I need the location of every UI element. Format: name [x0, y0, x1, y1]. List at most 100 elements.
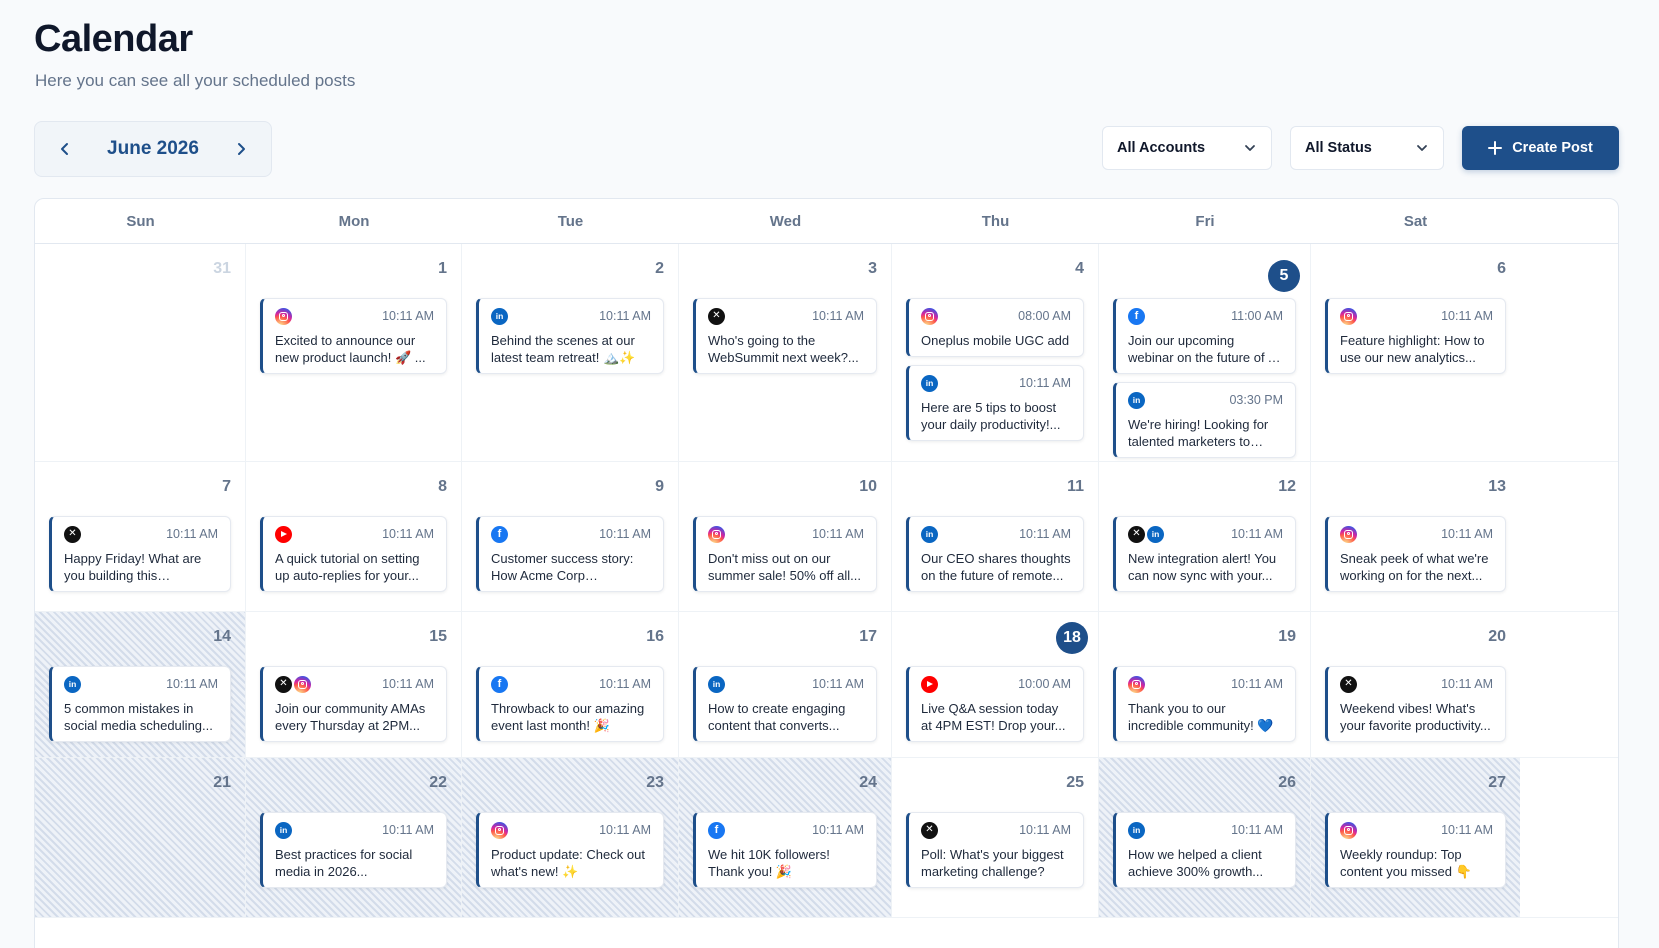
accounts-filter-select[interactable]: All Accounts	[1102, 126, 1272, 170]
calendar-day-cell[interactable]: 25 ✕ 10:11 AM Poll: What's your biggest mar…	[892, 758, 1099, 917]
calendar-day-cell[interactable]: 11 in 10:11 AM Our CEO shares thoughts on t…	[892, 462, 1099, 611]
post-list: 10:11 AM Feature highlight: How to use ou…	[1325, 298, 1506, 374]
facebook-icon: f	[491, 675, 508, 693]
scheduled-post-card[interactable]: 10:11 AM Excited to announce our new prod…	[260, 298, 447, 374]
scheduled-post-card[interactable]: 10:00 AM Live Q&A session today at 4PM ES…	[906, 666, 1084, 742]
calendar-day-cell[interactable]: 14 in 10:11 AM 5 common mistakes in social …	[35, 612, 246, 757]
scheduled-post-card[interactable]: ✕ 10:11 AM Join our community AMAs every T…	[260, 666, 447, 742]
calendar-day-cell[interactable]: 27 10:11 AM Weekly roundup: Top content yo…	[1311, 758, 1520, 917]
day-number: 31	[213, 260, 231, 277]
scheduled-post-card[interactable]: ✕ 10:11 AM Happy Friday! What are you buil…	[49, 516, 231, 592]
scheduled-post-card[interactable]: f 10:11 AM Throwback to our amazing event …	[476, 666, 664, 742]
scheduled-post-card[interactable]: in 10:11 AM Our CEO shares thoughts on the…	[906, 516, 1084, 592]
scheduled-post-card[interactable]: 10:11 AM Sneak peek of what we're working…	[1325, 516, 1506, 592]
post-text: Oneplus mobile UGC add	[921, 333, 1070, 348]
post-time: 10:11 AM	[1231, 527, 1283, 541]
scheduled-post-card[interactable]: ✕ 10:11 AM Weekend vibes! What's your favo…	[1325, 666, 1506, 742]
calendar-day-cell[interactable]: 7 ✕ 10:11 AM Happy Friday! What are you bui…	[35, 462, 246, 611]
post-list: in 10:11 AM Best practices for social medi…	[260, 812, 447, 888]
post-list: 10:11 AM Don't miss out on our summer sal…	[693, 516, 877, 592]
scheduled-post-card[interactable]: in 10:11 AM How to create engaging content…	[693, 666, 877, 742]
next-month-button[interactable]	[227, 135, 255, 163]
post-text: Sneak peek of what we're working on for …	[1340, 551, 1489, 583]
calendar-day-cell[interactable]: 15 ✕ 10:11 AM Join our community AMAs every…	[246, 612, 462, 757]
scheduled-post-card[interactable]: ✕ 10:11 AM Who's going to the WebSummit ne…	[693, 298, 877, 374]
scheduled-post-card[interactable]: in 10:11 AM Behind the scenes at our lates…	[476, 298, 664, 374]
post-time: 10:11 AM	[1231, 823, 1283, 837]
weekday-label: Tue	[557, 212, 584, 230]
post-platform-icons	[708, 525, 725, 543]
x-icon: ✕	[921, 821, 938, 839]
calendar-day-cell[interactable]: 4 08:00 AM Oneplus mobile UGC add in 10:11 A…	[892, 244, 1099, 461]
post-time: 10:11 AM	[599, 527, 651, 541]
day-number: 7	[222, 478, 231, 495]
calendar-day-cell[interactable]: 16 f 10:11 AM Throwback to our amazing even…	[462, 612, 679, 757]
scheduled-post-card[interactable]: ✕ 10:11 AM Poll: What's your biggest marke…	[906, 812, 1084, 888]
facebook-icon: f	[491, 525, 508, 543]
calendar-day-cell[interactable]: 23 10:11 AM Product update: Check out what…	[462, 758, 679, 917]
scheduled-post-card[interactable]: 10:11 AM Feature highlight: How to use ou…	[1325, 298, 1506, 374]
scheduled-post-card[interactable]: 10:11 AM Product update: Check out what's…	[476, 812, 664, 888]
post-time: 10:11 AM	[382, 527, 434, 541]
instagram-icon	[921, 307, 938, 325]
post-platform-icons	[1128, 675, 1145, 693]
calendar-day-cell[interactable]: 17 in 10:11 AM How to create engaging conte…	[679, 612, 892, 757]
scheduled-post-card[interactable]: 10:11 AM Thank you to our incredible comm…	[1113, 666, 1296, 742]
calendar-day-cell[interactable]: 13 10:11 AM Sneak peek of what we're worki…	[1311, 462, 1520, 611]
post-text: Weekly roundup: Top content you missed 👇	[1340, 847, 1472, 879]
calendar-grid: Sun Mon Tue Wed Thu Fri Sat 31 1 10:11 AM Excited…	[34, 198, 1619, 948]
scheduled-post-card[interactable]: 08:00 AM Oneplus mobile UGC add	[906, 298, 1084, 357]
scheduled-post-card[interactable]: in 03:30 PM We're hiring! Looking for tale…	[1113, 382, 1296, 458]
status-filter-select[interactable]: All Status	[1290, 126, 1444, 170]
calendar-day-cell[interactable]: 1 10:11 AM Excited to announce our new pro…	[246, 244, 462, 461]
scheduled-post-card[interactable]: f 11:00 AM Join our upcoming webinar on th…	[1113, 298, 1296, 374]
calendar-day-cell[interactable]: 18 10:00 AM Live Q&A session today at 4PM …	[892, 612, 1099, 757]
post-platform-icons	[275, 307, 292, 325]
scheduled-post-card[interactable]: f 10:11 AM We hit 10K followers! Thank you…	[693, 812, 877, 888]
chevron-down-icon	[1245, 145, 1255, 151]
scheduled-post-card[interactable]: 10:11 AM Don't miss out on our summer sal…	[693, 516, 877, 592]
scheduled-post-card[interactable]: 10:11 AM Weekly roundup: Top content you …	[1325, 812, 1506, 888]
scheduled-post-card[interactable]: in 10:11 AM Here are 5 tips to boost your …	[906, 365, 1084, 441]
calendar-day-cell[interactable]: 9 f 10:11 AM Customer success story: How Ac…	[462, 462, 679, 611]
calendar-day-cell[interactable]: 22 in 10:11 AM Best practices for social me…	[246, 758, 462, 917]
linkedin-icon: in	[708, 675, 725, 693]
scheduled-post-card[interactable]: 10:11 AM A quick tutorial on setting up a…	[260, 516, 447, 592]
accounts-filter-label: All Accounts	[1117, 140, 1206, 156]
post-text: Excited to announce our new product laun…	[275, 333, 426, 365]
create-post-button[interactable]: Create Post	[1462, 126, 1619, 170]
chevron-down-icon	[1417, 145, 1427, 151]
calendar-day-cell[interactable]: 31	[35, 244, 246, 461]
calendar-day-cell[interactable]: 19 10:11 AM Thank you to our incredible co…	[1099, 612, 1311, 757]
post-list: in 10:11 AM Behind the scenes at our lates…	[476, 298, 664, 374]
linkedin-icon: in	[1128, 391, 1145, 409]
calendar-day-cell[interactable]: 26 in 10:11 AM How we helped a client achie…	[1099, 758, 1311, 917]
calendar-day-cell[interactable]: 10 10:11 AM Don't miss out on our summer s…	[679, 462, 892, 611]
post-platform-icons	[1340, 821, 1357, 839]
post-platform-icons	[275, 525, 292, 543]
calendar-day-cell[interactable]: 2 in 10:11 AM Behind the scenes at our late…	[462, 244, 679, 461]
youtube-icon	[275, 525, 292, 543]
calendar-day-cell[interactable]: 21	[35, 758, 246, 917]
prev-month-button[interactable]	[51, 135, 79, 163]
post-time: 08:00 AM	[1018, 309, 1071, 323]
post-time: 10:11 AM	[599, 823, 651, 837]
calendar-day-cell[interactable]: 3 ✕ 10:11 AM Who's going to the WebSummit n…	[679, 244, 892, 461]
scheduled-post-card[interactable]: in 10:11 AM 5 common mistakes in social me…	[49, 666, 231, 742]
post-time: 10:11 AM	[599, 677, 651, 691]
scheduled-post-card[interactable]: in 10:11 AM How we helped a client achieve…	[1113, 812, 1296, 888]
chevron-right-icon	[238, 143, 245, 155]
scheduled-post-card[interactable]: f 10:11 AM Customer success story: How Acm…	[476, 516, 664, 592]
scheduled-post-card[interactable]: ✕ in 10:11 AM New integration alert! You ca…	[1113, 516, 1296, 592]
calendar-day-cell[interactable]: 24 f 10:11 AM We hit 10K followers! Thank y…	[679, 758, 892, 917]
post-text: Live Q&A session today at 4PM EST! Drop …	[921, 701, 1066, 733]
calendar-day-cell[interactable]: 20 ✕ 10:11 AM Weekend vibes! What's your fa…	[1311, 612, 1520, 757]
instagram-icon	[491, 821, 508, 839]
calendar-day-cell[interactable]: 8 10:11 AM A quick tutorial on setting up …	[246, 462, 462, 611]
calendar-day-cell[interactable]: 6 10:11 AM Feature highlight: How to use o…	[1311, 244, 1520, 461]
calendar-day-cell[interactable]: 12 ✕ in 10:11 AM New integration alert! You …	[1099, 462, 1311, 611]
day-number: 8	[438, 478, 447, 495]
post-platform-icons: in	[921, 525, 938, 543]
calendar-day-cell[interactable]: 5 f 11:00 AM Join our upcoming webinar on t…	[1099, 244, 1311, 461]
scheduled-post-card[interactable]: in 10:11 AM Best practices for social medi…	[260, 812, 447, 888]
